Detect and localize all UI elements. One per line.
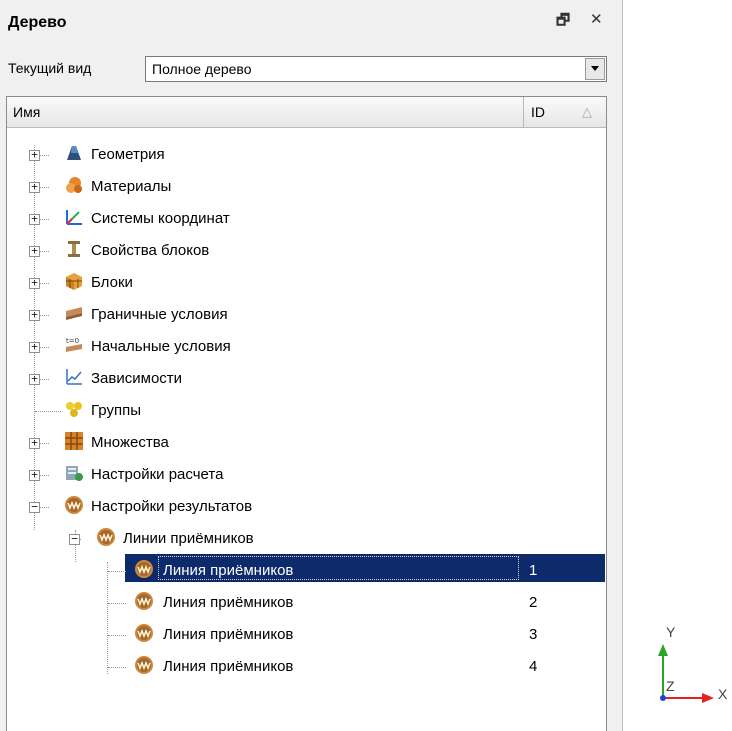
axis-y-label: Y bbox=[666, 624, 676, 640]
tree-item-label: Множества bbox=[91, 434, 169, 451]
collapse-toggle[interactable]: − bbox=[69, 533, 80, 545]
tree-leaf-label: Линия приёмников bbox=[163, 562, 294, 579]
tree-view[interactable]: Имя ID △ + Геометрия + Материалы + Систе… bbox=[6, 96, 607, 731]
axis-triad: Y Z X bbox=[650, 620, 730, 710]
panel-title: Дерево bbox=[8, 14, 67, 31]
tree-item-label: Зависимости bbox=[91, 370, 183, 387]
expand-toggle[interactable]: + bbox=[29, 469, 40, 481]
tree-line bbox=[107, 562, 108, 674]
tree-item-label: Настройки результатов bbox=[91, 498, 253, 515]
expand-toggle[interactable]: + bbox=[29, 277, 40, 289]
axis-x-label: X bbox=[718, 686, 728, 702]
coordinate-systems-icon bbox=[66, 210, 82, 225]
tree-leaf-label: Линия приёмников bbox=[163, 626, 294, 643]
tree-item-label: Граничные условия bbox=[91, 306, 228, 323]
receiver-line-icon bbox=[135, 560, 153, 578]
block-properties-icon bbox=[68, 241, 80, 257]
geometry-icon bbox=[67, 146, 81, 160]
collapse-toggle[interactable]: − bbox=[29, 501, 40, 513]
tree-leaf-label: Линия приёмников bbox=[163, 594, 294, 611]
tree-item-label: Блоки bbox=[91, 274, 133, 291]
dropdown-button[interactable] bbox=[585, 58, 605, 80]
tree-leaf-id: 4 bbox=[529, 658, 538, 675]
boundary-conditions-icon bbox=[66, 307, 82, 320]
tree-leaf-id: 2 bbox=[529, 594, 538, 611]
receiver-line-icon bbox=[135, 592, 153, 610]
tree-item-label: Настройки расчета bbox=[91, 466, 224, 483]
initial-conditions-icon: t=0 bbox=[66, 337, 82, 352]
tree-leaf-label: Линия приёмников bbox=[163, 658, 294, 675]
tree-item-label: Начальные условия bbox=[91, 338, 231, 355]
sort-arrow-icon: △ bbox=[582, 104, 592, 119]
tree-leaf-id: 3 bbox=[529, 626, 538, 643]
expand-toggle[interactable]: + bbox=[29, 373, 40, 385]
tree-panel: Дерево 🗗 ✕ Текущий вид Полное дерево Имя… bbox=[0, 0, 623, 731]
blocks-icon bbox=[66, 273, 82, 290]
groups-icon bbox=[66, 402, 82, 417]
column-header-name[interactable]: Имя bbox=[13, 104, 40, 120]
close-button[interactable]: ✕ bbox=[590, 10, 603, 28]
tree-item-label: Материалы bbox=[91, 178, 172, 195]
expand-toggle[interactable]: + bbox=[29, 245, 40, 257]
receiver-lines-icon bbox=[97, 528, 115, 546]
tree-leaf-id: 1 bbox=[529, 562, 538, 579]
receiver-line-icon bbox=[135, 624, 153, 642]
column-header-id-label: ID bbox=[531, 104, 545, 120]
current-view-label: Текущий вид bbox=[8, 60, 92, 76]
current-view-value: Полное дерево bbox=[152, 61, 252, 77]
axis-z-label: Z bbox=[666, 678, 675, 694]
column-header-id[interactable]: ID △ bbox=[523, 97, 607, 127]
calc-settings-icon bbox=[66, 466, 83, 481]
svg-text:t=0: t=0 bbox=[66, 337, 79, 345]
tree-item-label: Группы bbox=[91, 402, 141, 419]
tree-item-label: Геометрия bbox=[91, 146, 165, 163]
result-settings-icon bbox=[65, 496, 83, 514]
expand-toggle[interactable]: + bbox=[29, 213, 40, 225]
expand-toggle[interactable]: + bbox=[29, 181, 40, 193]
sets-icon bbox=[65, 432, 83, 450]
expand-toggle[interactable]: + bbox=[29, 341, 40, 353]
receiver-line-icon bbox=[135, 656, 153, 674]
tree-item-label: Линии приёмников bbox=[123, 530, 254, 547]
expand-toggle[interactable]: + bbox=[29, 309, 40, 321]
tree-item-label: Системы координат bbox=[91, 210, 230, 227]
materials-icon bbox=[66, 177, 82, 193]
dependencies-icon bbox=[66, 369, 82, 385]
tree-header: Имя ID △ bbox=[7, 97, 606, 128]
current-view-select[interactable]: Полное дерево bbox=[145, 56, 607, 82]
tree-item-label: Свойства блоков bbox=[91, 242, 210, 259]
expand-toggle[interactable]: + bbox=[29, 149, 40, 161]
float-button[interactable]: 🗗 bbox=[556, 10, 570, 35]
chevron-down-icon bbox=[591, 66, 599, 71]
expand-toggle[interactable]: + bbox=[29, 437, 40, 449]
